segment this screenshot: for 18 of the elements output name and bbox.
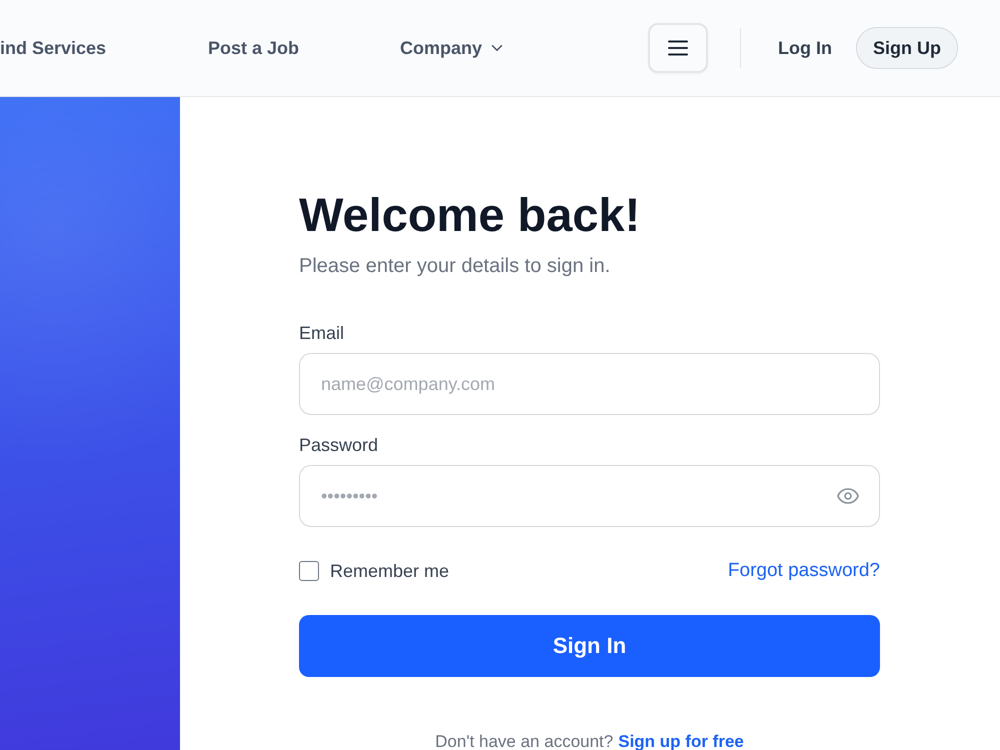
forgot-password-link[interactable]: Forgot password? bbox=[728, 560, 880, 582]
nav-link[interactable]: Company bbox=[400, 38, 506, 58]
field-label: Password bbox=[299, 434, 378, 456]
footer-text: Don't have an account? bbox=[435, 732, 614, 750]
subtitle-text: Please enter your details to sign in. bbox=[299, 254, 610, 278]
page-heading: Welcome back! bbox=[299, 190, 640, 240]
remember-checkbox[interactable] bbox=[299, 561, 319, 581]
remember-label: Remember me bbox=[330, 560, 450, 582]
password-field[interactable]: ••••••••• bbox=[299, 465, 880, 527]
log-in-link[interactable]: Log In bbox=[778, 38, 832, 58]
sign-up-button[interactable]: Sign Up bbox=[856, 27, 958, 69]
nav-link[interactable]: ind Services bbox=[0, 38, 106, 58]
nav-link[interactable]: Post a Job bbox=[208, 38, 300, 58]
field-label: Email bbox=[299, 322, 344, 344]
sign-in-button[interactable]: Sign In bbox=[299, 615, 880, 677]
email-field[interactable]: name@company.com bbox=[299, 353, 880, 415]
menu-icon bbox=[668, 40, 688, 56]
menu-button[interactable] bbox=[648, 23, 708, 73]
